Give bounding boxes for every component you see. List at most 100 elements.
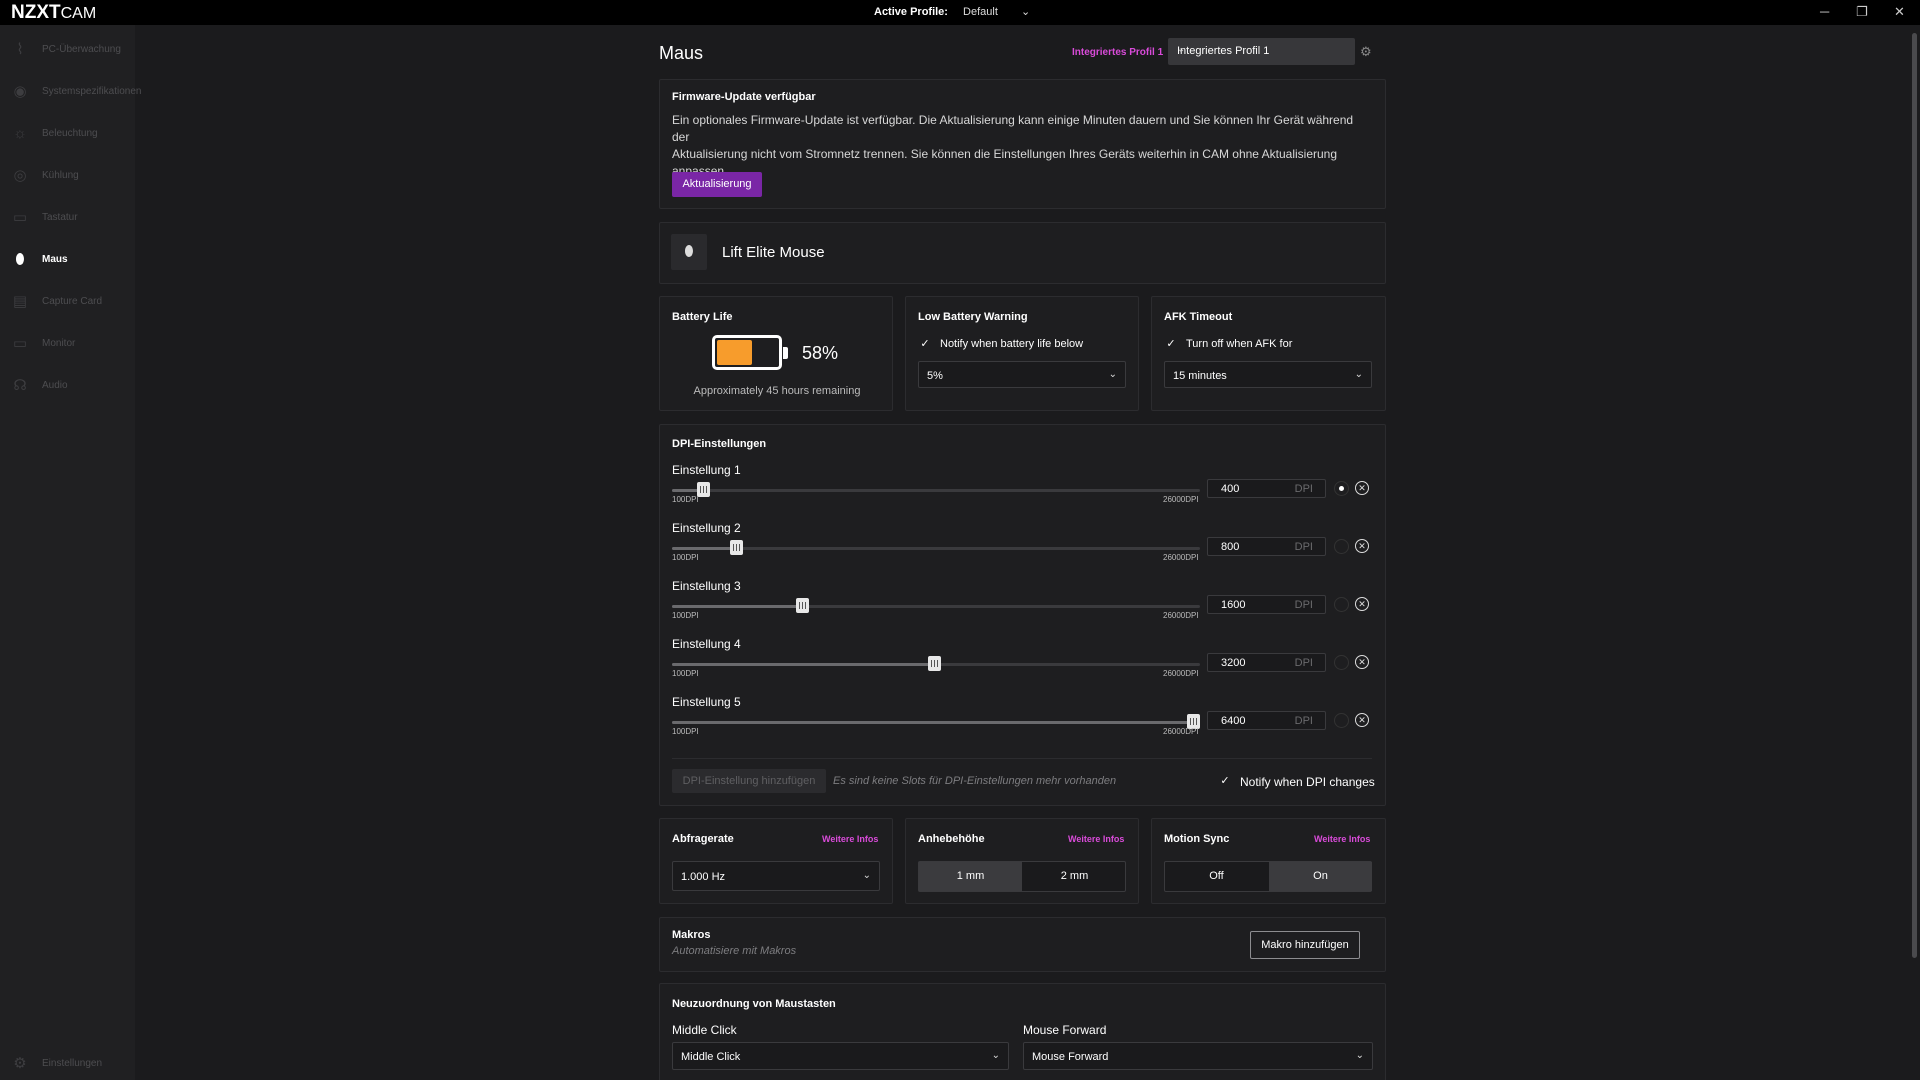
firmware-update-button[interactable]: Aktualisierung [672, 172, 762, 197]
remove-dpi-setting-icon[interactable]: ✕ [1355, 713, 1369, 727]
dpi-value-input[interactable]: 1600 DPI [1207, 595, 1326, 614]
polling-rate-card: Abfragerate Weitere Infos 1.000 Hz ⌄ [659, 818, 893, 904]
sidebar-item-capture-card[interactable]: ▤ Capture Card [0, 287, 135, 317]
middle-click-remap-select[interactable]: Middle Click ⌄ [672, 1042, 1009, 1070]
headset-icon: ☊ [13, 377, 27, 394]
sidebar-item-label: Audio [42, 380, 68, 391]
add-dpi-setting-button[interactable]: DPI-Einstellung hinzufügen [672, 769, 826, 793]
polling-rate-select[interactable]: 1.000 Hz ⌄ [672, 861, 880, 891]
keyboard-icon: ▭ [12, 209, 28, 226]
active-profile-selector[interactable]: Active Profile: Default ⌄ [874, 6, 1030, 18]
dpi-slider-track[interactable] [672, 656, 1200, 671]
dpi-active-radio[interactable] [1334, 655, 1349, 670]
afk-timeout-card: AFK Timeout ✓ Turn off when AFK for 15 m… [1151, 296, 1386, 411]
remove-dpi-setting-icon[interactable]: ✕ [1355, 539, 1369, 553]
dpi-slider-fill [672, 721, 1193, 724]
dpi-slider-track[interactable] [672, 540, 1200, 555]
afk-checkbox[interactable]: ✓ [1164, 337, 1178, 351]
motion-sync-option-off[interactable]: Off [1165, 862, 1268, 891]
lift-off-more-info-link[interactable]: Weitere Infos [1068, 834, 1124, 844]
sidebar-item-lighting[interactable]: ☼ Beleuchtung [0, 119, 135, 149]
lift-off-option-1mm[interactable]: 1 mm [919, 862, 1022, 891]
lift-off-distance-card: Anhebehöhe Weitere Infos 1 mm 2 mm [905, 818, 1139, 904]
dpi-active-radio[interactable] [1334, 713, 1349, 728]
sidebar: ⌇ PC-Überwachung ◉ Systemspezifikationen… [0, 25, 142, 1080]
chart-line-icon: ⌇ [16, 41, 24, 58]
sun-icon: ☼ [13, 125, 27, 142]
dpi-max-label: 26000DPI [1163, 611, 1199, 620]
dpi-slider-thumb[interactable] [796, 598, 809, 613]
dpi-value: 3200 [1221, 657, 1246, 669]
dpi-max-label: 26000DPI [1163, 727, 1199, 736]
dpi-notify-checkbox[interactable]: ✓ [1218, 774, 1232, 788]
scrollbar-thumb[interactable] [1912, 33, 1917, 958]
no-slots-note: Es sind keine Slots für DPI-Einstellunge… [833, 775, 1117, 787]
minimize-button[interactable]: ─ [1820, 4, 1829, 19]
dpi-value-input[interactable]: 400 DPI [1207, 479, 1326, 498]
afk-title: AFK Timeout [1164, 311, 1233, 323]
afk-timeout-select[interactable]: 15 minutes ⌄ [1164, 361, 1372, 388]
remove-dpi-setting-icon[interactable]: ✕ [1355, 481, 1369, 495]
sidebar-item-system-specs[interactable]: ◉ Systemspezifikationen [0, 77, 141, 107]
motion-sync-option-on[interactable]: On [1269, 862, 1372, 891]
dpi-min-label: 100DPI [672, 553, 699, 562]
profile-select[interactable]: Integriertes Profil 1 ⌄ [1168, 38, 1355, 65]
maximize-button[interactable]: ❐ [1856, 4, 1868, 20]
add-macro-button[interactable]: Makro hinzufügen [1250, 931, 1360, 959]
select-value: Middle Click [681, 1051, 741, 1063]
remove-dpi-setting-icon[interactable]: ✕ [1355, 655, 1369, 669]
lift-off-title: Anhebehöhe [918, 833, 985, 845]
sidebar-item-audio[interactable]: ☊ Audio [0, 371, 135, 401]
dpi-value-input[interactable]: 6400 DPI [1207, 711, 1326, 730]
divider [672, 758, 1372, 759]
battery-remaining: Approximately 45 hours remaining [693, 385, 861, 397]
dpi-slider-track[interactable] [672, 714, 1200, 729]
dpi-min-label: 100DPI [672, 611, 699, 620]
profile-link[interactable]: Integriertes Profil 1 [1072, 47, 1163, 58]
dpi-min-label: 100DPI [672, 669, 699, 678]
dpi-max-label: 26000DPI [1163, 553, 1199, 562]
device-card: ⬮ Lift Elite Mouse [659, 222, 1386, 284]
dpi-active-radio[interactable] [1334, 597, 1349, 612]
app-logo: NZXTCAM [11, 2, 97, 23]
dpi-value-input[interactable]: 3200 DPI [1207, 653, 1326, 672]
dpi-slider-thumb[interactable] [928, 656, 941, 671]
sidebar-item-label: Beleuchtung [42, 128, 98, 139]
polling-more-info-link[interactable]: Weitere Infos [822, 834, 878, 844]
dpi-active-radio[interactable] [1334, 481, 1349, 496]
main-scrollbar[interactable] [1910, 25, 1920, 1080]
select-value: 15 minutes [1173, 370, 1227, 382]
dpi-slider-track[interactable] [672, 482, 1200, 497]
dpi-value: 800 [1221, 541, 1240, 553]
lift-off-option-2mm[interactable]: 2 mm [1023, 862, 1126, 891]
dpi-slider-track[interactable] [672, 598, 1200, 613]
dpi-unit: DPI [1294, 715, 1313, 727]
chevron-down-icon: ⌄ [1354, 369, 1363, 380]
active-profile-label: Active Profile: [874, 6, 948, 18]
firmware-description: Ein optionales Firmware-Update ist verfü… [672, 112, 1372, 180]
sidebar-item-label: Monitor [42, 338, 76, 349]
sidebar-item-label: Systemspezifikationen [42, 86, 142, 97]
dpi-value-input[interactable]: 800 DPI [1207, 537, 1326, 556]
low-battery-checkbox[interactable]: ✓ [918, 337, 932, 351]
dpi-slider-thumb[interactable] [697, 482, 710, 497]
dpi-slider-thumb[interactable] [730, 540, 743, 555]
sidebar-item-label: Capture Card [42, 296, 103, 307]
dpi-notify-label: Notify when DPI changes [1240, 775, 1375, 789]
remove-dpi-setting-icon[interactable]: ✕ [1355, 597, 1369, 611]
sidebar-item-monitor[interactable]: ▭ Monitor [0, 329, 135, 359]
mouse-forward-remap-select[interactable]: Mouse Forward ⌄ [1023, 1042, 1373, 1070]
sidebar-item-pc-monitoring[interactable]: ⌇ PC-Überwachung [0, 35, 135, 65]
profile-settings-gear-icon[interactable]: ⚙ [1360, 44, 1372, 60]
sidebar-item-keyboard[interactable]: ▭ Tastatur [0, 203, 135, 233]
dpi-active-radio[interactable] [1334, 539, 1349, 554]
sidebar-item-cooling[interactable]: ◎ Kühlung [0, 161, 135, 191]
eye-icon: ◉ [13, 83, 27, 100]
motion-sync-more-info-link[interactable]: Weitere Infos [1314, 834, 1370, 844]
low-battery-threshold-select[interactable]: 5% ⌄ [918, 361, 1126, 388]
battery-nub [783, 347, 788, 359]
sidebar-item-settings[interactable]: ⚙ Einstellungen [0, 1049, 135, 1079]
dpi-setting-label: Einstellung 5 [672, 695, 741, 709]
close-button[interactable]: ✕ [1894, 4, 1905, 20]
sidebar-item-mouse[interactable]: ⬮ Maus [0, 245, 135, 275]
